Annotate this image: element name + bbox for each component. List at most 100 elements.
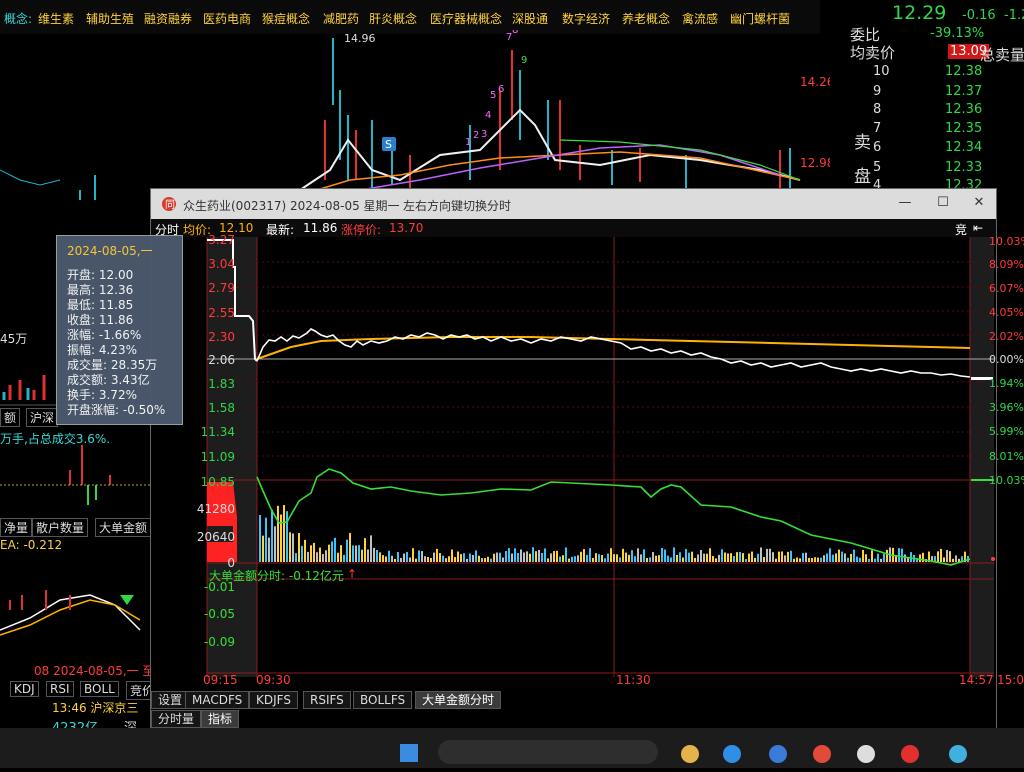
volume-bar	[517, 553, 519, 562]
volume-bar	[532, 547, 534, 562]
volume-bar	[808, 557, 810, 562]
volume-bar	[589, 548, 591, 562]
tab-kdjfs[interactable]: KDJFS	[249, 691, 298, 709]
volume-bar	[343, 554, 345, 562]
concept-item[interactable]: 幽门螺杆菌	[730, 10, 790, 27]
concept-item[interactable]: 维生素	[38, 10, 74, 27]
concept-item[interactable]: 数字经济	[562, 10, 610, 27]
concept-item[interactable]: 深股通	[512, 10, 548, 27]
volume-bar	[406, 551, 408, 562]
tab-bollfs[interactable]: BOLLFS	[353, 691, 413, 709]
left-tab[interactable]: 额	[0, 408, 21, 427]
volume-bar	[745, 558, 747, 562]
pct-axis-label: 4.05%	[989, 306, 1024, 319]
volume-bar	[349, 533, 351, 562]
volume-bar	[499, 552, 501, 562]
left-tab[interactable]: 净量	[0, 518, 33, 537]
volume-bar	[346, 539, 348, 562]
volume-bar	[664, 549, 666, 562]
concept-item[interactable]: 辅助生殖	[86, 10, 134, 27]
app-icon[interactable]	[769, 745, 787, 763]
indicator-tab[interactable]: BOLL	[80, 681, 119, 697]
volume-bar	[553, 551, 555, 562]
sell-side-label: 盘	[854, 167, 871, 187]
app-icon[interactable]	[901, 745, 919, 763]
left-tab[interactable]: 散户数量	[32, 518, 89, 537]
volume-bar	[424, 556, 426, 562]
close-button[interactable]: ✕	[969, 195, 989, 213]
folder-icon[interactable]	[681, 745, 699, 763]
concept-item[interactable]: 融资融券	[144, 10, 192, 27]
intraday-chart[interactable]	[151, 237, 996, 681]
volume-bar	[721, 549, 723, 562]
indicator-tab[interactable]: RSI	[46, 681, 74, 697]
concept-item[interactable]: 减肥药	[323, 10, 359, 27]
volume-bar	[910, 552, 912, 562]
volume-bar	[778, 551, 780, 562]
concept-item[interactable]: 禽流感	[682, 10, 718, 27]
chrome-icon[interactable]	[813, 745, 831, 763]
volume-bar	[817, 557, 819, 562]
volume-bar	[574, 556, 576, 562]
concept-item[interactable]: 医疗器械概念	[430, 10, 502, 27]
app-icon[interactable]	[949, 745, 967, 763]
edge-icon[interactable]	[723, 745, 741, 763]
level-number: 6	[873, 140, 882, 155]
tab-macdfs[interactable]: MACDFS	[185, 691, 250, 709]
minimize-button[interactable]: —	[895, 195, 915, 213]
volume-bar	[397, 551, 399, 562]
volume-bar	[733, 556, 735, 562]
volume-bar	[670, 557, 672, 562]
concept-item[interactable]: 养老概念	[622, 10, 670, 27]
volume-bar	[376, 550, 378, 562]
left-tab[interactable]: 沪深	[26, 408, 59, 427]
sell-signal-marker: S	[385, 138, 392, 151]
volume-bar	[646, 557, 648, 562]
volume-bar	[886, 549, 888, 562]
volume-bar	[460, 554, 462, 562]
volume-bar	[565, 547, 567, 562]
volume-bar	[463, 553, 465, 562]
window-titlebar[interactable]: 同 众生药业(002317) 2024-08-05 星期一 左右方向键切换分时 …	[151, 189, 996, 219]
concept-item[interactable]: 肝炎概念	[369, 10, 417, 27]
volume-bar	[280, 514, 282, 562]
volume-bar	[568, 558, 570, 562]
tab-settings[interactable]: 设置	[151, 691, 190, 709]
maximize-button[interactable]: ☐	[933, 195, 953, 213]
volume-bar	[955, 555, 957, 562]
volume-bar	[358, 545, 360, 562]
volume-bar	[775, 558, 777, 562]
tab-indicator[interactable]: 指标	[201, 710, 240, 728]
volume-bar	[469, 553, 471, 562]
pct-axis-label: 5.99%	[989, 425, 1024, 438]
auction-toggle[interactable]: 竞	[955, 221, 967, 238]
volume-bar	[571, 556, 573, 562]
search-box[interactable]	[438, 740, 658, 764]
indicator-tab[interactable]: KDJ	[10, 681, 39, 697]
time-axis-label: 09:30	[256, 673, 291, 687]
volume-bar	[943, 557, 945, 562]
volume-bar	[385, 556, 387, 562]
price-change-pct: -1.2	[1004, 8, 1024, 23]
windows-start-icon[interactable]	[400, 744, 418, 762]
count-label: 2	[473, 130, 479, 141]
count-label: 4	[485, 110, 491, 121]
volume-bar	[769, 548, 771, 562]
volume-bar	[262, 535, 264, 562]
tab-big-order[interactable]: 大单金额分时	[415, 691, 502, 709]
volume-bar	[715, 558, 717, 562]
volume-bar	[673, 547, 675, 562]
volume-bar	[544, 548, 546, 562]
left-tab[interactable]: 大单金额	[95, 518, 152, 537]
tab-rsifs[interactable]: RSIFS	[303, 691, 351, 709]
volume-bar	[535, 551, 537, 562]
arrow-left-icon[interactable]: ⇤	[973, 221, 983, 235]
level-number: 5	[873, 160, 882, 175]
app-icon[interactable]	[857, 745, 875, 763]
background-kline-chart: 14.96 14.26 12.98 S 1 2 3 4 5 6 7 8 9	[0, 30, 830, 200]
concept-item[interactable]: 猴痘概念	[262, 10, 310, 27]
level-price: 12.36	[945, 102, 983, 117]
volume-bar	[838, 549, 840, 562]
tab-volume[interactable]: 分时量	[151, 710, 202, 728]
concept-item[interactable]: 医药电商	[203, 10, 251, 27]
